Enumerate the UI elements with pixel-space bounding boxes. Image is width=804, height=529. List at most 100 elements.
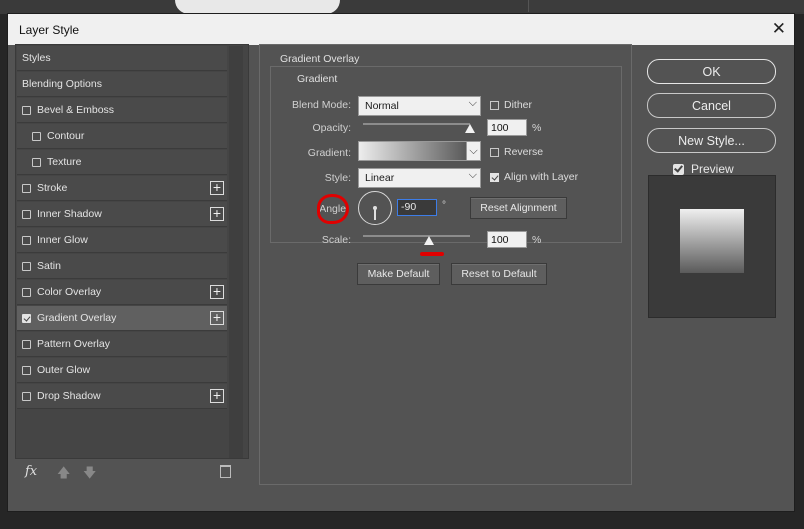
checkbox-icon[interactable] bbox=[22, 313, 31, 323]
sidebar-item-label: Styles bbox=[22, 52, 51, 64]
blend-mode-label: Blend Mode: bbox=[292, 99, 351, 111]
dialog-title: Layer Style bbox=[19, 22, 80, 37]
scale-label: Scale: bbox=[321, 234, 351, 246]
checkbox-icon[interactable] bbox=[22, 339, 31, 349]
reset-alignment-button[interactable]: Reset Alignment bbox=[470, 197, 567, 219]
checkbox-icon[interactable] bbox=[22, 287, 31, 297]
opacity-input[interactable]: 100 bbox=[487, 119, 527, 136]
checkbox-icon[interactable] bbox=[22, 235, 31, 245]
gradient-dropdown-chevron-icon[interactable]: ⌵ bbox=[467, 141, 481, 161]
sidebar-item-bevel-emboss[interactable]: Bevel & Emboss bbox=[17, 98, 227, 123]
dither-box[interactable] bbox=[490, 100, 499, 110]
sidebar-item-label: Blending Options bbox=[22, 78, 102, 90]
checkbox-icon[interactable] bbox=[22, 391, 31, 401]
add-effect-icon[interactable]: + bbox=[210, 284, 224, 299]
sidebar-item-stroke[interactable]: Stroke + bbox=[17, 176, 227, 201]
add-effect-icon[interactable]: + bbox=[210, 180, 224, 195]
align-with-layer-box[interactable] bbox=[490, 172, 499, 182]
reverse-checkbox[interactable]: Reverse bbox=[490, 146, 543, 158]
sidebar-item-contour[interactable]: Contour bbox=[17, 124, 227, 149]
sidebar-item-label: Gradient Overlay bbox=[37, 312, 117, 324]
sidebar-item-label: Pattern Overlay bbox=[37, 338, 110, 350]
sidebar-item-texture[interactable]: Texture bbox=[17, 150, 227, 175]
align-with-layer-label: Align with Layer bbox=[504, 171, 579, 183]
preview-gradient-swatch bbox=[680, 209, 744, 273]
annotation-underline bbox=[420, 252, 444, 256]
sidebar-item-outer-glow[interactable]: Outer Glow bbox=[17, 358, 227, 383]
annotation-circle bbox=[317, 194, 349, 224]
make-default-button[interactable]: Make Default bbox=[357, 263, 440, 285]
move-down-icon[interactable]: 🡇 bbox=[83, 464, 96, 486]
reset-to-default-button[interactable]: Reset to Default bbox=[451, 263, 547, 285]
sidebar-item-blending-options[interactable]: Blending Options bbox=[17, 72, 227, 97]
sidebar-item-drop-shadow[interactable]: Drop Shadow + bbox=[17, 384, 227, 409]
opacity-slider[interactable] bbox=[363, 123, 470, 125]
group-title: Gradient bbox=[293, 73, 342, 85]
preview-label: Preview bbox=[691, 162, 734, 176]
scale-slider[interactable] bbox=[363, 235, 470, 237]
move-up-icon[interactable]: 🡅 bbox=[57, 464, 70, 486]
chevron-down-icon: ⌵ bbox=[468, 169, 477, 181]
trash-icon[interactable] bbox=[220, 465, 231, 478]
gradient-label: Gradient: bbox=[307, 147, 351, 159]
ok-button[interactable]: OK bbox=[647, 59, 776, 84]
sidebar-item-inner-glow[interactable]: Inner Glow bbox=[17, 228, 227, 253]
cancel-button[interactable]: Cancel bbox=[647, 93, 776, 118]
preview-checkbox[interactable]: Preview bbox=[673, 162, 734, 176]
angle-dial[interactable] bbox=[358, 191, 392, 225]
angle-dial-hand bbox=[374, 208, 376, 220]
opacity-slider-thumb[interactable] bbox=[465, 124, 475, 133]
close-icon[interactable]: ✕ bbox=[772, 20, 786, 38]
dither-checkbox[interactable]: Dither bbox=[490, 99, 532, 111]
fx-icon[interactable]: fx bbox=[25, 464, 37, 479]
scale-slider-thumb[interactable] bbox=[424, 236, 434, 245]
checkbox-icon[interactable] bbox=[22, 209, 31, 219]
sidebar-item-label: Stroke bbox=[37, 182, 68, 194]
style-select[interactable]: Linear ⌵ bbox=[358, 168, 481, 188]
add-effect-icon[interactable]: + bbox=[210, 206, 224, 221]
sidebar-item-satin[interactable]: Satin bbox=[17, 254, 227, 279]
styles-list: Styles Blending Options Bevel & Emboss Cont… bbox=[15, 44, 249, 459]
blend-mode-select[interactable]: Normal ⌵ bbox=[358, 96, 481, 116]
scale-input[interactable]: 100 bbox=[487, 231, 527, 248]
sidebar-item-label: Drop Shadow bbox=[37, 390, 101, 402]
preview-thumbnail bbox=[648, 175, 776, 318]
checkbox-icon[interactable] bbox=[32, 131, 41, 141]
checkbox-icon[interactable] bbox=[32, 157, 41, 167]
add-effect-icon[interactable]: + bbox=[210, 388, 224, 403]
angle-unit: ° bbox=[442, 200, 446, 211]
section-title: Gradient Overlay bbox=[276, 53, 364, 65]
sidebar-item-styles[interactable]: Styles bbox=[17, 46, 227, 71]
dither-label: Dither bbox=[504, 99, 533, 111]
background-canvas-edge bbox=[175, 0, 340, 14]
align-with-layer-checkbox[interactable]: Align with Layer bbox=[490, 171, 578, 183]
add-effect-icon[interactable]: + bbox=[210, 310, 224, 325]
angle-input[interactable]: -90 bbox=[397, 199, 437, 216]
preview-box[interactable] bbox=[673, 163, 684, 175]
scale-unit: % bbox=[532, 234, 542, 246]
blend-mode-value: Normal bbox=[365, 100, 399, 112]
checkbox-icon[interactable] bbox=[22, 105, 31, 115]
gradient-swatch[interactable] bbox=[358, 141, 467, 161]
sidebar-item-gradient-overlay[interactable]: Gradient Overlay + bbox=[17, 306, 227, 331]
new-style-button[interactable]: New Style... bbox=[647, 128, 776, 153]
checkbox-icon[interactable] bbox=[22, 183, 31, 193]
sidebar-item-label: Outer Glow bbox=[37, 364, 91, 376]
style-value: Linear bbox=[365, 172, 395, 184]
sidebar-item-color-overlay[interactable]: Color Overlay + bbox=[17, 280, 227, 305]
styles-list-scrollbar[interactable] bbox=[229, 46, 243, 458]
title-bar: Layer Style ✕ bbox=[8, 14, 794, 45]
background-panel bbox=[528, 0, 804, 12]
sidebar-item-pattern-overlay[interactable]: Pattern Overlay bbox=[17, 332, 227, 357]
sidebar-item-label: Satin bbox=[37, 260, 61, 272]
checkbox-icon[interactable] bbox=[22, 261, 31, 271]
sidebar-item-label: Color Overlay bbox=[37, 286, 102, 298]
sidebar-item-label: Texture bbox=[47, 156, 82, 168]
sidebar-item-inner-shadow[interactable]: Inner Shadow + bbox=[17, 202, 227, 227]
sidebar-item-label: Inner Glow bbox=[37, 234, 88, 246]
chevron-down-icon: ⌵ bbox=[468, 97, 477, 109]
reverse-label: Reverse bbox=[504, 146, 544, 158]
styles-list-footer: fx 🡅 🡇 bbox=[15, 462, 249, 484]
checkbox-icon[interactable] bbox=[22, 365, 31, 375]
reverse-box[interactable] bbox=[490, 147, 499, 157]
